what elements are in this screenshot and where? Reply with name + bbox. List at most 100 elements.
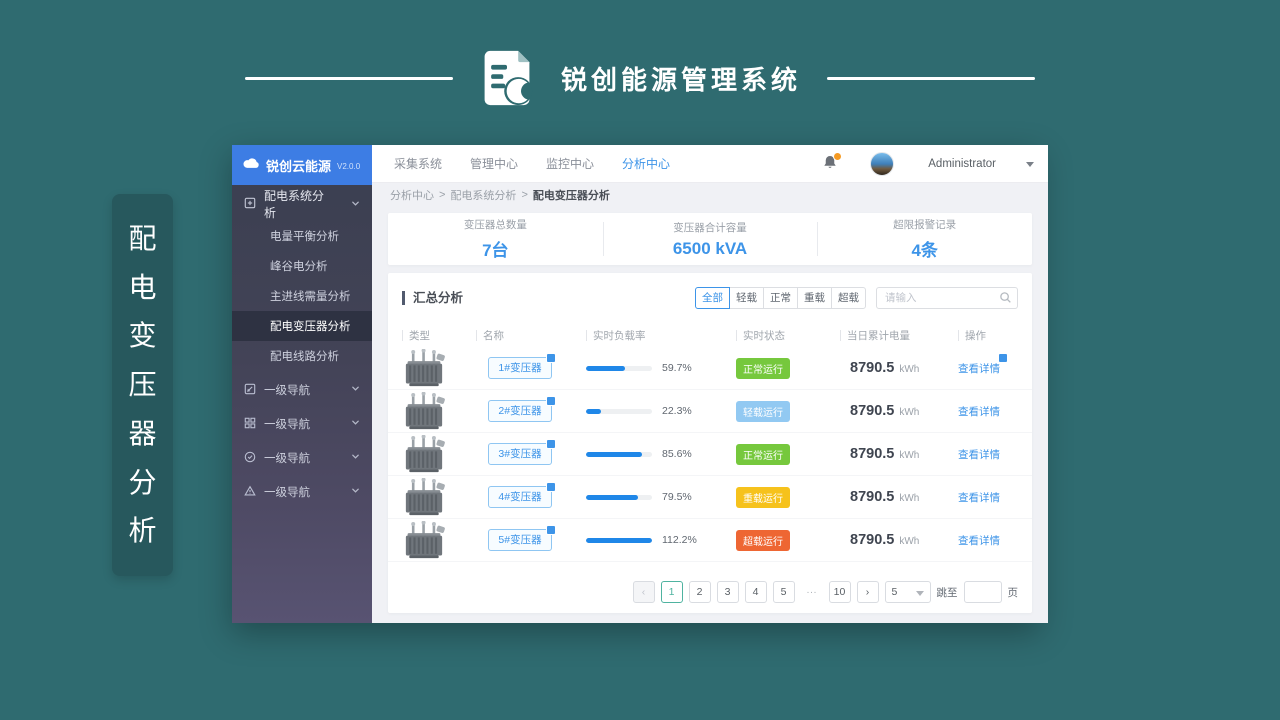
sidebar-item-peak-valley[interactable]: 峰谷电分析 <box>232 251 372 281</box>
breadcrumb-current: 配电变压器分析 <box>532 190 610 202</box>
page-size-value: 5 <box>891 586 898 598</box>
table-row: 1#变压器 59.7% 正常运行 8790.5 kWh 查看详情 <box>388 347 1032 390</box>
energy-cell: 8790.5 kWh <box>840 360 958 376</box>
energy-value: 8790.5 <box>850 532 895 548</box>
username[interactable]: Administrator <box>928 158 996 170</box>
avatar[interactable] <box>870 151 895 176</box>
stat-label: 超限报警记录 <box>893 219 957 231</box>
transformer-name-button[interactable]: 1#变压器 <box>488 353 556 379</box>
pagination-ellipsis: ··· <box>801 581 823 603</box>
sidebar-group-nav-3[interactable]: 一级导航 <box>232 443 372 473</box>
vertical-title-char: 分 <box>128 466 157 498</box>
sidebar-group-nav-2[interactable]: 一级导航 <box>232 409 372 439</box>
energy-unit: kWh <box>899 450 920 461</box>
cloud-icon <box>242 156 260 174</box>
column-header-type: 类型 <box>402 328 476 343</box>
check-circle-icon <box>244 451 256 466</box>
table-row: 2#变压器 22.3% 轻载运行 8790.5 kWh 查看详情 <box>388 390 1032 433</box>
pagination-page-10[interactable]: 10 <box>828 581 851 603</box>
filter-overload-button[interactable]: 超载 <box>831 287 866 309</box>
load-percentage: 59.7% <box>662 362 692 374</box>
view-details-link[interactable]: 查看详情 <box>958 404 1000 419</box>
breadcrumb-separator: > <box>521 189 528 201</box>
topnav-item-analysis[interactable]: 分析中心 <box>622 155 670 172</box>
status-badge: 轻载运行 <box>736 400 790 422</box>
load-filter-group: 全部 轻载 正常 重载 超载 <box>695 287 866 309</box>
energy-value: 8790.5 <box>850 446 895 462</box>
sidebar-item-transformer-analysis[interactable]: 配电变压器分析 <box>232 311 372 341</box>
filter-light-button[interactable]: 轻载 <box>729 287 764 309</box>
view-details-link[interactable]: 查看详情 <box>958 447 1000 462</box>
transformer-name-button[interactable]: 4#变压器 <box>488 482 556 508</box>
topnav-item-collection[interactable]: 采集系统 <box>394 155 442 172</box>
status-badge: 重载运行 <box>736 486 790 508</box>
notification-badge <box>833 151 843 161</box>
sidebar-group-nav-4[interactable]: 一级导航 <box>232 477 372 507</box>
view-details-link[interactable]: 查看详情 <box>958 490 1000 505</box>
load-cell: 112.2% <box>586 534 736 546</box>
pagination-page-3[interactable]: 3 <box>716 581 739 603</box>
page-size-select[interactable]: 5 <box>884 581 931 603</box>
table-row: 4#变压器 79.5% 重载运行 8790.5 kWh 查看详情 <box>388 476 1032 519</box>
vertical-title-char: 变 <box>128 320 157 352</box>
filter-heavy-button[interactable]: 重载 <box>797 287 832 309</box>
breadcrumb: 分析中心 > 配电系统分析 > 配电变压器分析 <box>372 183 1048 207</box>
sidebar-group-distribution-analysis[interactable]: 配电系统分析 <box>232 187 372 221</box>
pagination-page-1[interactable]: 1 <box>660 581 683 603</box>
jump-page-input[interactable] <box>963 581 1002 603</box>
stat-label: 变压器总数量 <box>463 219 527 231</box>
search-box <box>876 287 1018 309</box>
summary-panel: 汇总分析 全部 轻载 正常 重载 超载 请输入 类型 名称 实时负载率 实时状态… <box>388 273 1032 613</box>
app-window: 锐创云能源 V2.0.0 配电系统分析 电量平衡分析 峰谷电分析 主进线需量分析… <box>232 145 1048 623</box>
energy-unit: kWh <box>899 536 920 547</box>
pagination-prev-button[interactable]: ‹ <box>632 581 655 603</box>
stat-value: 7台 <box>482 241 509 260</box>
breadcrumb-item[interactable]: 分析中心 <box>390 187 434 203</box>
sidebar-brand: 锐创云能源 V2.0.0 <box>232 145 372 185</box>
chevron-down-icon <box>351 452 360 464</box>
stat-transformer-count: 变压器总数量 7台 <box>388 213 603 265</box>
sidebar: 锐创云能源 V2.0.0 配电系统分析 电量平衡分析 峰谷电分析 主进线需量分析… <box>232 145 372 623</box>
pagination-next-button[interactable]: › <box>856 581 879 603</box>
energy-value: 8790.5 <box>850 360 895 376</box>
load-cell: 22.3% <box>586 405 736 417</box>
sidebar-group-nav-1[interactable]: 一级导航 <box>232 375 372 405</box>
banner-right-rule <box>827 76 1035 80</box>
transformer-name-button[interactable]: 2#变压器 <box>488 396 556 422</box>
sidebar-item-main-line-demand[interactable]: 主进线需量分析 <box>232 281 372 311</box>
sidebar-item-power-balance[interactable]: 电量平衡分析 <box>232 221 372 251</box>
vertical-title-char: 器 <box>128 417 157 449</box>
view-details-link[interactable]: 查看详情 <box>958 353 1008 376</box>
stat-value: 4条 <box>911 241 938 260</box>
notification-bell-icon[interactable] <box>822 151 843 174</box>
view-details-label: 查看详情 <box>958 406 1000 418</box>
load-cell: 59.7% <box>586 362 736 374</box>
column-header-action: 操作 <box>958 328 1018 343</box>
transformer-name-button[interactable]: 3#变压器 <box>488 439 556 465</box>
transformer-name-button[interactable]: 5#变压器 <box>488 525 556 551</box>
search-input[interactable] <box>876 287 1018 309</box>
view-details-link[interactable]: 查看详情 <box>958 533 1000 548</box>
view-details-label: 查看详情 <box>958 535 1000 547</box>
search-icon[interactable] <box>999 291 1012 309</box>
energy-unit: kWh <box>899 407 920 418</box>
transformer-image <box>402 478 476 516</box>
topnav-item-management[interactable]: 管理中心 <box>470 155 518 172</box>
chevron-down-icon <box>351 384 360 396</box>
chevron-down-icon <box>351 418 360 430</box>
pagination-page-2[interactable]: 2 <box>688 581 711 603</box>
user-menu-caret-icon[interactable] <box>1026 162 1034 167</box>
transformer-name: 2#变压器 <box>498 405 542 417</box>
page-background: 锐创能源管理系统 配 电 变 压 器 分 析 锐创云能源 V2.0.0 配电系统… <box>0 0 1280 720</box>
breadcrumb-item[interactable]: 配电系统分析 <box>450 187 516 203</box>
top-nav: 采集系统 管理中心 监控中心 分析中心 Administrator <box>372 145 1048 183</box>
transformer-name: 5#变压器 <box>498 534 542 546</box>
filter-normal-button[interactable]: 正常 <box>763 287 798 309</box>
pagination-page-5[interactable]: 5 <box>772 581 795 603</box>
pagination-page-4[interactable]: 4 <box>744 581 767 603</box>
sidebar-item-line-analysis[interactable]: 配电线路分析 <box>232 341 372 371</box>
filter-all-button[interactable]: 全部 <box>695 287 730 309</box>
load-percentage: 22.3% <box>662 405 692 417</box>
link-badge-icon <box>998 353 1008 363</box>
topnav-item-monitoring[interactable]: 监控中心 <box>546 155 594 172</box>
